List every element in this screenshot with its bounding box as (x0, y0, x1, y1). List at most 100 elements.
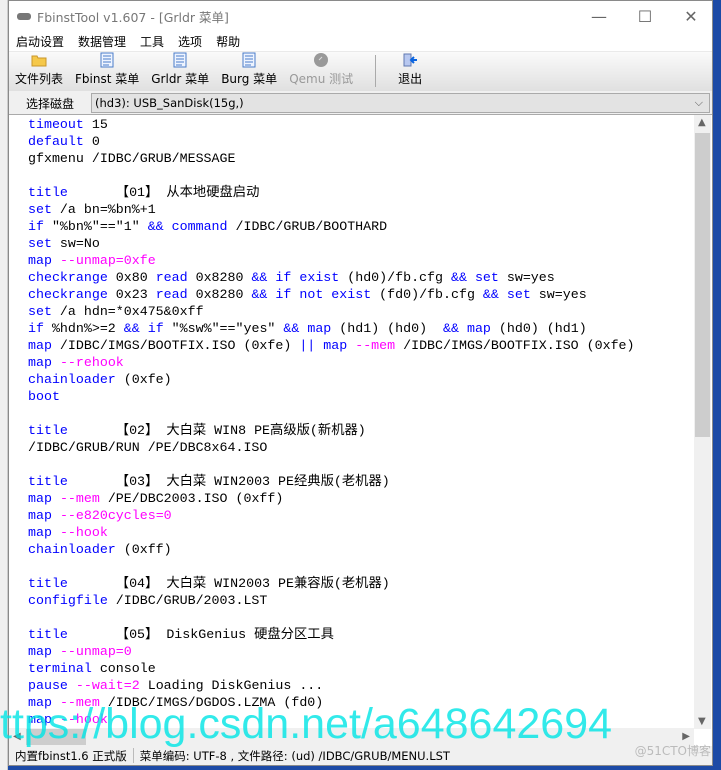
code-line: map --e820cycles=0 (28, 507, 635, 524)
exit-door-icon (403, 53, 418, 67)
toolbar-label: Grldr 菜单 (151, 72, 210, 86)
code-text-segment: /IDBC/GRUB/2003.LST (107, 593, 268, 608)
code-text-segment (52, 644, 60, 659)
code-text[interactable]: timeout 15 default 0 gfxmenu /IDBC/GRUB/ME… (28, 116, 635, 728)
chevron-down-icon: ⌵ (694, 96, 703, 109)
code-text-segment: gfxmenu /IDBC/GRUB/MESSAGE (28, 151, 236, 166)
code-keyword: title (28, 185, 68, 200)
code-option: --mem (355, 338, 396, 353)
code-text-segment: Loading DiskGenius ... (139, 678, 324, 693)
disk-selector-row: 选择磁盘 (hd3): USB_SanDisk(15g,) ⌵ (9, 91, 712, 115)
code-keyword: boot (28, 389, 60, 404)
code-option: --hook (59, 525, 108, 540)
code-keyword: checkrange (28, 287, 108, 302)
code-line: terminal console (28, 660, 635, 677)
code-line: title 【03】 大白菜 WIN2003 PE经典版(老机器) (28, 473, 635, 490)
vertical-scroll-thumb[interactable] (695, 133, 710, 437)
code-line: gfxmenu /IDBC/GRUB/MESSAGE (28, 150, 635, 167)
minimize-button[interactable]: — (576, 1, 622, 31)
code-keyword: title (28, 627, 68, 642)
code-text-segment: (fd0)/fb.cfg (371, 287, 483, 302)
code-keyword: && (147, 219, 164, 234)
code-text-segment: "%bn%"=="1" (43, 219, 148, 234)
code-text-segment: 0x80 (107, 270, 156, 285)
code-text-segment: /a hdn=*0x475&0xff (51, 304, 204, 319)
code-text-segment: 【01】 从本地硬盘启动 (67, 185, 260, 200)
status-info: 菜单编码: UTF-8 , 文件路径: (ud) /IDBC/GRUB/MENU… (139, 748, 450, 763)
code-line: set /a bn=%bn%+1 (28, 201, 635, 218)
code-keyword: && (123, 321, 140, 336)
code-text-segment: 【02】 大白菜 WIN8 PE高级版(新机器) (67, 423, 366, 438)
file-list-button[interactable]: 文件列表 (15, 52, 63, 87)
code-option: --mem (59, 491, 100, 506)
menu-editor[interactable]: timeout 15 default 0 gfxmenu /IDBC/GRUB/ME… (9, 114, 712, 746)
toolbar: 文件列表 Fbinst 菜单 Grldr 菜单 Burg 菜单 Qemu 测试 … (9, 51, 712, 91)
vertical-scrollbar[interactable]: ▲ ▼ (694, 115, 711, 729)
code-line: checkrange 0x23 read 0x8280 && if not ex… (28, 286, 635, 303)
code-option: --e820cycles=0 (59, 508, 172, 523)
menu-boot-settings[interactable]: 启动设置 (9, 33, 71, 50)
code-keyword: map (28, 525, 52, 540)
burg-menu-button[interactable]: Burg 菜单 (221, 52, 277, 87)
code-keyword: configfile (28, 593, 108, 608)
menu-data-management[interactable]: 数据管理 (71, 33, 133, 50)
background-window (0, 0, 8, 770)
disk-dropdown[interactable]: (hd3): USB_SanDisk(15g,) ⌵ (91, 93, 710, 113)
code-line: map --unmap=0 (28, 643, 635, 660)
scroll-up-icon[interactable]: ▲ (698, 117, 706, 128)
scroll-down-icon[interactable]: ▼ (698, 716, 706, 727)
menu-help[interactable]: 帮助 (209, 33, 247, 50)
code-keyword: if (275, 287, 292, 302)
code-keyword: map (28, 253, 52, 268)
code-keyword: && (482, 287, 499, 302)
code-text-segment (68, 678, 76, 693)
code-line: set /a hdn=*0x475&0xff (28, 303, 635, 320)
app-window: FbinstTool v1.607 - [Grldr 菜单] — ☐ ✕ 启动设… (8, 0, 713, 766)
app-icon (17, 12, 31, 20)
code-text-segment: 【04】 大白菜 WIN2003 PE兼容版(老机器) (67, 576, 390, 591)
code-option: --wait=2 (75, 678, 140, 693)
code-line: if "%bn%"=="1" && command /IDBC/GRUB/BOO… (28, 218, 635, 235)
code-keyword: checkrange (28, 270, 108, 285)
toolbar-label: 退出 (398, 72, 423, 86)
code-line: default 0 (28, 133, 635, 150)
code-line: title 【01】 从本地硬盘启动 (28, 184, 635, 201)
code-line: title 【04】 大白菜 WIN2003 PE兼容版(老机器) (28, 575, 635, 592)
code-text-segment: %hdn%>=2 (43, 321, 124, 336)
grldr-menu-button[interactable]: Grldr 菜单 (151, 52, 209, 87)
code-keyword: if (28, 321, 44, 336)
fbinst-menu-button[interactable]: Fbinst 菜单 (75, 52, 139, 87)
code-option: --unmap=0xfe (59, 253, 156, 268)
code-keyword: default (28, 134, 84, 149)
code-keyword: set (474, 270, 499, 285)
code-keyword: title (28, 474, 68, 489)
qemu-test-button[interactable]: Qemu 测试 (289, 52, 353, 87)
code-text-segment (459, 321, 467, 336)
close-button[interactable]: ✕ (668, 1, 714, 31)
menu-options[interactable]: 选项 (171, 33, 209, 50)
code-line: map --unmap=0xfe (28, 252, 635, 269)
code-text-segment: /PE/DBC2003.ISO (0xff) (99, 491, 284, 506)
toolbar-label: Burg 菜单 (221, 72, 278, 86)
code-text-segment (52, 491, 60, 506)
menu-tools[interactable]: 工具 (133, 33, 171, 50)
scroll-right-icon[interactable]: ▶ (682, 731, 690, 742)
exit-button[interactable]: 退出 (398, 52, 422, 87)
title-bar: FbinstTool v1.607 - [Grldr 菜单] — ☐ ✕ (9, 1, 712, 31)
code-keyword: set (28, 304, 52, 319)
code-text-segment: (hd0) (hd1) (490, 321, 587, 336)
code-text-segment (467, 270, 475, 285)
code-line: checkrange 0x80 read 0x8280 && if exist … (28, 269, 635, 286)
status-version: 内置fbinst1.6 正式版 (15, 748, 127, 763)
code-text-segment: 【03】 大白菜 WIN2003 PE经典版(老机器) (67, 474, 390, 489)
code-keyword: exist (299, 270, 340, 285)
code-keyword: terminal (28, 661, 92, 676)
code-keyword: title (28, 576, 68, 591)
maximize-button[interactable]: ☐ (622, 1, 668, 31)
code-text-segment: 0x8280 (187, 287, 252, 302)
code-keyword: chainloader (28, 372, 116, 387)
code-keyword: map (28, 508, 52, 523)
